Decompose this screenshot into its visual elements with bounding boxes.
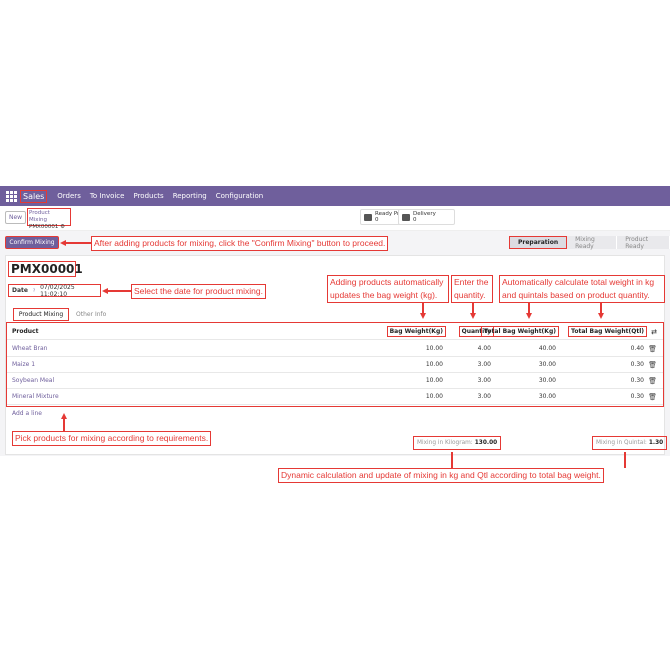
trash-icon[interactable]: 🗑 [648,377,657,385]
row-product[interactable]: Maize 1 [12,361,35,368]
row-total-kg: 30.00 [538,377,556,384]
menu-to-invoice[interactable]: To Invoice [90,192,125,200]
column-settings-icon[interactable]: ⇄ [651,328,657,336]
annotation-arrowhead [102,288,108,294]
header-total-kg[interactable]: Total Bag Weight(Kg) [481,326,559,337]
annotation-total-weight: Automatically calculate total weight in … [499,275,665,303]
mixing-kg-label: Mixing in Kilogram: [417,440,473,446]
annotation-arrowhead [598,313,604,319]
row-bag-weight: 10.00 [425,393,443,400]
stage-preparation[interactable]: Preparation [509,236,568,249]
record-title: PMX00001 [8,261,83,277]
header-product[interactable]: Product [12,328,38,335]
row-total-qtl: 0.40 [630,345,644,352]
table-header: Product Bag Weight(Kg) Quantity Total Ba… [7,324,663,340]
delivery-count: 0 [413,217,417,223]
annotation-arrowhead [470,313,476,319]
mixing-qtl-label: Mixing in Quintal: [596,440,647,446]
warehouse-icon [364,213,372,221]
add-line-link[interactable]: Add a line [12,410,42,417]
confirm-mixing-button[interactable]: Confirm Mixing [5,236,59,249]
control-panel [0,206,670,231]
annotation-bag-weight: Adding products automatically updates th… [327,275,449,303]
row-total-qtl: 0.30 [630,393,644,400]
mixing-qtl-total: Mixing in Quintal: 1.30 [592,436,668,450]
annotation-products: Pick products for mixing according to re… [12,431,212,446]
menu-products[interactable]: Products [133,192,163,200]
row-product[interactable]: Soybean Meal [12,377,54,384]
date-field[interactable]: Date? 07/02/2025 11:02:10 [8,284,101,298]
annotation-arrowhead [526,313,532,319]
breadcrumb: Product Mixing PMX00001 ⚙ [27,208,71,230]
trash-icon[interactable]: 🗑 [648,393,657,401]
date-label: Date [12,287,28,294]
tab-product-mixing[interactable]: Product Mixing [13,308,69,321]
tab-other-info[interactable]: Other Info [76,309,106,320]
menu-reporting[interactable]: Reporting [173,192,207,200]
annotation-dynamic: Dynamic calculation and update of mixing… [278,468,604,483]
app-brand[interactable]: Sales [20,189,48,203]
annotation-arrow [451,452,453,468]
apps-menu-icon[interactable] [6,191,17,202]
row-total-kg: 30.00 [538,393,556,400]
truck-icon [402,213,410,221]
breadcrumb-parent[interactable]: Product Mixing [29,210,69,224]
row-quantity[interactable]: 3.00 [478,377,491,384]
table-row[interactable]: Maize 1 10.00 3.00 30.00 0.30 🗑 [7,357,663,373]
row-total-kg: 30.00 [538,361,556,368]
row-total-kg: 40.00 [538,345,556,352]
menu-orders[interactable]: Orders [57,192,81,200]
table-row[interactable]: Soybean Meal 10.00 3.00 30.00 0.30 🗑 [7,373,663,389]
annotation-confirm: After adding products for mixing, click … [91,236,389,251]
header-total-qtl[interactable]: Total Bag Weight(Qtl) [568,326,647,337]
status-bar: Preparation Mixing Ready Product Ready [509,236,670,250]
mixing-kg-total: Mixing in Kilogram: 130.00 [413,436,502,450]
date-value[interactable]: 07/02/2025 11:02:10 [40,284,100,298]
annotation-arrow [63,418,65,431]
annotation-arrow [108,290,131,292]
row-bag-weight: 10.00 [425,361,443,368]
row-quantity[interactable]: 4.00 [478,345,491,352]
annotation-arrow [65,242,91,244]
row-quantity[interactable]: 3.00 [478,361,491,368]
annotation-quantity: Enter the quantity. [451,275,493,303]
stage-mixing-ready[interactable]: Mixing Ready [567,236,618,250]
annotation-arrowhead [420,313,426,319]
delivery-button[interactable]: Delivery 0 [398,209,455,225]
annotation-arrowhead [60,240,66,246]
row-bag-weight: 10.00 [425,345,443,352]
table-row[interactable]: Wheat Bran 10.00 4.00 40.00 0.40 🗑 [7,341,663,357]
gear-icon[interactable]: ⚙ [60,224,65,230]
row-bag-weight: 10.00 [425,377,443,384]
trash-icon[interactable]: 🗑 [648,345,657,353]
trash-icon[interactable]: 🗑 [648,361,657,369]
row-product[interactable]: Wheat Bran [12,345,47,352]
mixing-kg-value: 130.00 [474,440,498,446]
row-product[interactable]: Mineral Mixture [12,393,59,400]
mixing-qtl-value: 1.30 [648,440,664,446]
help-icon: ? [32,288,36,293]
top-navbar: Sales Orders To Invoice Products Reporti… [0,186,670,206]
annotation-date: Select the date for product mixing. [131,284,266,299]
header-bag-weight[interactable]: Bag Weight(Kg) [386,326,446,337]
row-total-qtl: 0.30 [630,377,644,384]
stage-product-ready[interactable]: Product Ready [617,236,670,250]
new-button[interactable]: New [5,211,26,224]
annotation-arrowhead [61,413,67,419]
annotation-arrow [624,452,626,468]
row-total-qtl: 0.30 [630,361,644,368]
table-row[interactable]: Mineral Mixture 10.00 3.00 30.00 0.30 🗑 [7,389,663,405]
row-quantity[interactable]: 3.00 [478,393,491,400]
menu-configuration[interactable]: Configuration [216,192,263,200]
breadcrumb-record: PMX00001 [29,224,59,230]
